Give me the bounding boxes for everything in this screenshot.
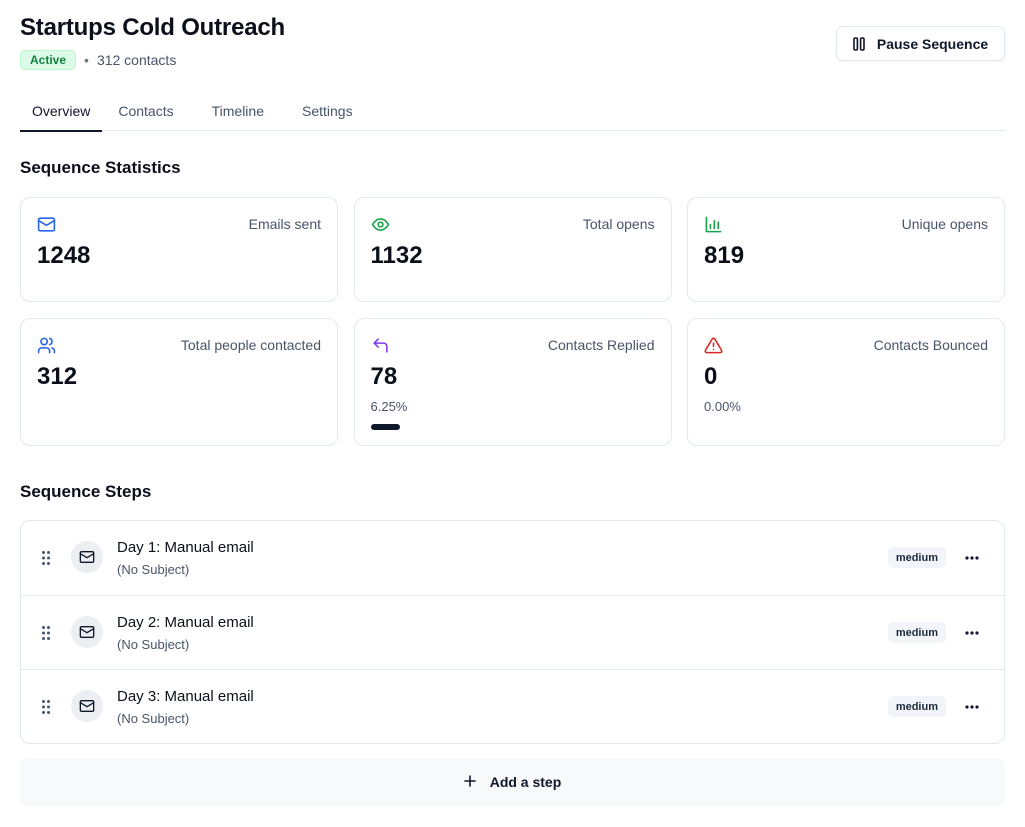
drag-handle-icon[interactable] — [41, 625, 51, 641]
page-header: Startups Cold Outreach Active • 312 cont… — [20, 0, 1005, 88]
stat-label: Total opens — [582, 216, 655, 232]
more-options-button[interactable] — [962, 623, 982, 643]
alert-triangle-icon — [704, 336, 723, 355]
more-options-button[interactable] — [962, 697, 982, 717]
step-subject: (No Subject) — [117, 562, 190, 577]
reply-icon — [371, 336, 390, 355]
more-horizontal-icon — [965, 631, 979, 635]
priority-badge: medium — [887, 696, 946, 717]
stat-card-contacts-replied: Contacts Replied 78 6.25% — [353, 318, 672, 446]
step-type-icon — [71, 541, 103, 573]
stat-card-emails-sent: Emails sent 1248 — [20, 197, 338, 302]
stat-label: Unique opens — [901, 216, 988, 232]
step-title: Day 3: Manual email — [117, 688, 254, 705]
mail-icon — [37, 215, 56, 234]
priority-badge: medium — [887, 547, 946, 568]
stats-grid: Emails sent 1248 Total opens 1132 Unique… — [20, 197, 1005, 446]
pause-icon — [853, 36, 865, 51]
stat-label: Contacts Bounced — [873, 337, 988, 353]
add-step-label: Add a step — [489, 774, 562, 790]
tab-settings[interactable]: Settings — [290, 88, 365, 131]
tab-overview[interactable]: Overview — [20, 88, 103, 132]
stats-section-title: Sequence Statistics — [20, 158, 181, 177]
step-type-icon — [71, 690, 103, 722]
stat-card-people-contacted: Total people contacted 312 — [20, 318, 338, 446]
eye-icon — [371, 215, 390, 234]
add-step-button[interactable]: Add a step — [20, 758, 1005, 806]
reply-rate: 6.25% — [370, 399, 408, 414]
tab-timeline[interactable]: Timeline — [200, 88, 276, 131]
stat-value: 0 — [704, 363, 718, 390]
step-title: Day 2: Manual email — [117, 614, 254, 631]
mail-icon — [79, 700, 95, 712]
pause-sequence-button[interactable]: Pause Sequence — [836, 26, 1005, 61]
drag-handle-icon[interactable] — [41, 699, 51, 715]
stat-value: 1132 — [370, 242, 423, 269]
step-title: Day 1: Manual email — [117, 539, 254, 556]
priority-badge: medium — [887, 622, 946, 643]
stat-value: 1248 — [37, 242, 91, 269]
stat-value: 819 — [704, 242, 745, 269]
reply-rate-bar — [370, 424, 400, 430]
tab-bar: Overview Contacts Timeline Settings — [20, 88, 1005, 132]
users-icon — [37, 336, 56, 355]
step-subject: (No Subject) — [117, 637, 190, 652]
stat-card-unique-opens: Unique opens 819 — [687, 197, 1005, 302]
step-type-icon — [71, 616, 103, 648]
drag-handle-icon[interactable] — [41, 550, 51, 566]
mail-icon — [79, 626, 95, 638]
tab-contacts[interactable]: Contacts — [106, 88, 185, 131]
steps-section-title: Sequence Steps — [20, 482, 152, 501]
mail-icon — [79, 551, 95, 563]
steps-list: Day 1: Manual email (No Subject) medium … — [20, 520, 1005, 744]
pause-sequence-label: Pause Sequence — [876, 35, 989, 52]
sequence-meta: Active • 312 contacts — [20, 50, 176, 70]
more-options-button[interactable] — [962, 548, 982, 568]
bar-chart-icon — [704, 215, 723, 234]
page-title: Startups Cold Outreach — [20, 14, 285, 41]
stat-card-total-opens: Total opens 1132 — [353, 197, 672, 302]
plus-icon — [463, 774, 476, 790]
more-horizontal-icon — [965, 705, 979, 709]
step-subject: (No Subject) — [117, 711, 190, 726]
stat-label: Emails sent — [248, 216, 321, 232]
more-horizontal-icon — [965, 556, 979, 560]
stat-label: Contacts Replied — [547, 337, 655, 353]
stat-value: 312 — [37, 363, 78, 390]
step-row[interactable]: Day 2: Manual email (No Subject) medium — [21, 595, 1004, 669]
status-badge: Active — [20, 50, 77, 70]
bounce-rate: 0.00% — [704, 399, 741, 414]
step-row[interactable]: Day 3: Manual email (No Subject) medium — [21, 669, 1004, 743]
step-row[interactable]: Day 1: Manual email (No Subject) medium — [21, 521, 1004, 595]
contacts-count: 312 contacts — [96, 52, 177, 68]
stat-card-contacts-bounced: Contacts Bounced 0 0.00% — [687, 318, 1005, 446]
stat-value: 78 — [370, 363, 398, 390]
meta-separator: • — [84, 52, 89, 68]
stat-label: Total people contacted — [180, 337, 321, 353]
